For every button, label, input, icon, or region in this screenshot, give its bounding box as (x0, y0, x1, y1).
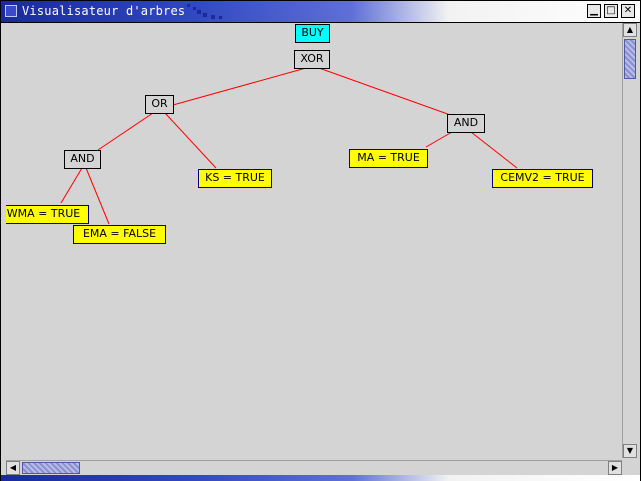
tree-viewer-window: Visualisateur d'arbres ▁ □ ✕ BUY XOR OR … (0, 0, 641, 481)
vertical-scroll-thumb[interactable] (624, 39, 636, 79)
scroll-up-button[interactable]: ▲ (623, 23, 637, 37)
operator-node-and-right[interactable]: AND (447, 114, 485, 133)
titlebar-decoration (187, 4, 227, 20)
horizontal-scrollbar[interactable]: ◀ ▶ (6, 460, 622, 475)
edge-and-left-ema (85, 167, 110, 225)
scroll-right-button[interactable]: ▶ (608, 461, 622, 475)
edge-xor-or (172, 67, 307, 106)
edge-and-right-cemv2 (470, 131, 518, 169)
scroll-down-button[interactable]: ▼ (623, 444, 637, 458)
edge-or-ks (164, 112, 217, 169)
maximize-button[interactable]: □ (604, 4, 618, 18)
window-title: Visualisateur d'arbres (22, 4, 186, 18)
window-bottom-border[interactable] (1, 475, 640, 481)
edge-and-right-ma (425, 131, 453, 148)
horizontal-scroll-thumb[interactable] (22, 462, 80, 474)
leaf-node-ks[interactable]: KS = TRUE (198, 169, 272, 188)
operator-node-xor[interactable]: XOR (294, 50, 330, 69)
leaf-node-cemv2[interactable]: CEMV2 = TRUE (492, 169, 593, 188)
scrollbar-corner (622, 460, 636, 474)
window-menu-icon[interactable] (5, 5, 17, 17)
leaf-node-ma[interactable]: MA = TRUE (349, 149, 428, 168)
vertical-scrollbar[interactable]: ▲ ▼ (622, 23, 637, 458)
operator-node-or[interactable]: OR (145, 95, 174, 114)
close-button[interactable]: ✕ (621, 4, 635, 18)
leaf-node-ema[interactable]: EMA = FALSE (73, 225, 166, 244)
root-node-buy[interactable]: BUY (295, 24, 330, 43)
tree-canvas[interactable]: BUY XOR OR AND AND KS = TRUE WMA = TRUE … (6, 23, 619, 459)
scroll-left-button[interactable]: ◀ (6, 461, 20, 475)
edge-and-left-wma (60, 167, 83, 204)
leaf-node-wma[interactable]: WMA = TRUE (6, 205, 89, 224)
edge-xor-and-right (318, 67, 457, 118)
edge-or-and-left (97, 112, 154, 151)
operator-node-and-left[interactable]: AND (64, 150, 101, 169)
minimize-button[interactable]: ▁ (587, 4, 601, 18)
title-bar[interactable]: Visualisateur d'arbres ▁ □ ✕ (1, 1, 640, 23)
